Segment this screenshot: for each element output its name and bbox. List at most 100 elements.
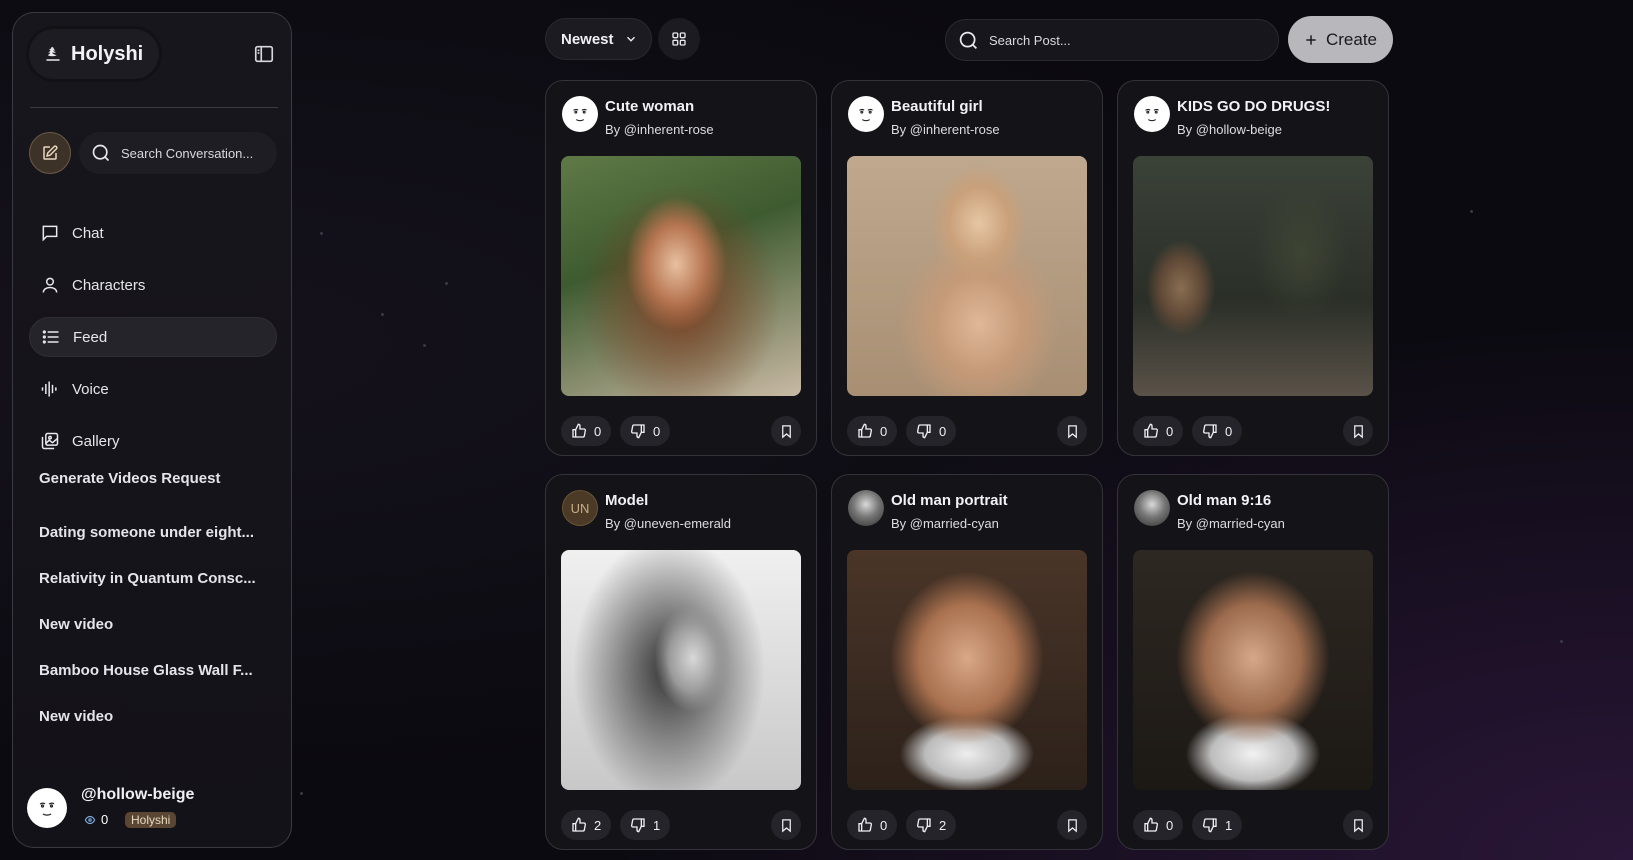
conversation-item[interactable]: Relativity in Quantum Consc... (39, 570, 279, 616)
post-author[interactable]: By @hollow-beige (1177, 122, 1282, 137)
brand[interactable]: Holyshi (29, 29, 159, 79)
bookmark-button[interactable] (1057, 810, 1087, 840)
dislike-count: 0 (1225, 423, 1233, 439)
bookmark-button[interactable] (771, 810, 801, 840)
post-actions: 0 0 (847, 416, 1087, 446)
author-avatar[interactable] (562, 96, 598, 132)
post-image[interactable] (1133, 550, 1373, 790)
post-author[interactable]: By @inherent-rose (891, 122, 1000, 137)
create-label: Create (1325, 29, 1378, 49)
post-card[interactable]: Old man portrait By @married-cyan 0 2 (831, 474, 1103, 850)
nav-feed[interactable]: Feed (29, 317, 277, 357)
author-avatar[interactable] (848, 490, 884, 526)
post-card[interactable]: KIDS GO DO DRUGS! By @hollow-beige 0 0 (1117, 80, 1389, 456)
post-header: Old man 9:16 By @married-cyan (1134, 490, 1374, 531)
conversation-item[interactable]: Dating someone under eight... (39, 524, 279, 570)
like-button[interactable]: 0 (1133, 416, 1184, 446)
post-author[interactable]: By @uneven-emerald (605, 516, 731, 531)
conversation-item[interactable]: Bamboo House Glass Wall F... (39, 662, 279, 708)
dislike-button[interactable]: 0 (620, 416, 671, 446)
post-card[interactable]: Cute woman By @inherent-rose 0 0 (545, 80, 817, 456)
bookmark-button[interactable] (771, 416, 801, 446)
logo-icon (43, 44, 63, 64)
thumbs-up-icon (1144, 423, 1158, 438)
new-chat-button[interactable] (29, 132, 71, 174)
dislike-button[interactable]: 1 (1192, 810, 1243, 840)
like-count: 0 (594, 423, 602, 439)
like-count: 2 (594, 817, 602, 833)
conversation-search[interactable] (79, 132, 277, 174)
search-icon (92, 144, 110, 162)
post-actions: 0 0 (1133, 416, 1373, 446)
dislike-button[interactable]: 1 (620, 810, 671, 840)
sort-label: Newest (561, 30, 614, 48)
nav-chat[interactable]: Chat (29, 213, 277, 253)
bookmark-button[interactable] (1057, 416, 1087, 446)
author-avatar[interactable] (1134, 490, 1170, 526)
bookmark-button[interactable] (1343, 416, 1373, 446)
post-search[interactable] (945, 19, 1279, 61)
thumbs-up-icon (858, 817, 872, 832)
thumbs-up-icon (572, 423, 586, 438)
post-title: Model (605, 492, 649, 509)
author-avatar[interactable] (848, 96, 884, 132)
post-image[interactable] (1133, 156, 1373, 396)
bookmark-icon (1353, 424, 1363, 438)
thumbs-down-icon (631, 424, 645, 439)
nav-voice[interactable]: Voice (29, 369, 277, 409)
bookmark-icon (1067, 424, 1077, 438)
bookmark-icon (781, 818, 791, 832)
like-button[interactable]: 0 (847, 810, 898, 840)
like-button[interactable]: 0 (561, 416, 612, 446)
thumbs-up-icon (572, 817, 586, 832)
author-avatar[interactable]: UN (562, 490, 598, 526)
like-button[interactable]: 0 (1133, 810, 1184, 840)
post-title: Beautiful girl (891, 98, 983, 115)
nav-label: Feed (73, 328, 108, 346)
nav-characters[interactable]: Characters (29, 265, 277, 305)
grid-view-button[interactable] (658, 18, 700, 60)
like-button[interactable]: 2 (561, 810, 612, 840)
like-count: 0 (880, 423, 888, 439)
user-profile[interactable]: @hollow-beige 0 Holyshi (27, 786, 277, 836)
post-image[interactable] (561, 550, 801, 790)
post-image[interactable] (561, 156, 801, 396)
bookmark-button[interactable] (1343, 810, 1373, 840)
conversation-item[interactable]: New video (39, 616, 279, 662)
sort-dropdown[interactable]: Newest (545, 18, 652, 60)
nav-gallery[interactable]: Gallery (29, 421, 277, 461)
divider (30, 107, 278, 108)
conversation-list: Generate Videos Request Dating someone u… (39, 470, 279, 754)
author-avatar[interactable] (1134, 96, 1170, 132)
like-count: 0 (1166, 423, 1174, 439)
waveform-icon (41, 381, 57, 397)
sidebar-toggle-icon[interactable] (253, 43, 277, 67)
credits-count: 0 (101, 812, 109, 827)
create-button[interactable]: Create (1288, 16, 1393, 63)
post-title: KIDS GO DO DRUGS! (1177, 98, 1331, 115)
conversation-search-input[interactable] (121, 145, 271, 161)
post-header: UN Model By @uneven-emerald (562, 490, 802, 531)
dislike-button[interactable]: 0 (1192, 416, 1243, 446)
post-author[interactable]: By @inherent-rose (605, 122, 714, 137)
post-image[interactable] (847, 550, 1087, 790)
dislike-button[interactable]: 0 (906, 416, 957, 446)
post-author[interactable]: By @married-cyan (1177, 516, 1285, 531)
bookmark-icon (1353, 818, 1363, 832)
post-search-input[interactable] (989, 32, 1139, 48)
conversation-item[interactable]: New video (39, 708, 279, 754)
credits: 0 (83, 812, 108, 827)
post-author[interactable]: By @married-cyan (891, 516, 999, 531)
sidebar: Holyshi Chat Characters Feed Voice Galle… (12, 12, 292, 848)
nav-label: Voice (72, 380, 109, 398)
bookmark-icon (781, 424, 791, 438)
like-button[interactable]: 0 (847, 416, 898, 446)
post-image[interactable] (847, 156, 1087, 396)
thumbs-down-icon (917, 424, 931, 439)
conversation-item[interactable]: Generate Videos Request (39, 470, 279, 492)
post-card[interactable]: Old man 9:16 By @married-cyan 0 1 (1117, 474, 1389, 850)
post-card[interactable]: Beautiful girl By @inherent-rose 0 0 (831, 80, 1103, 456)
like-count: 0 (880, 817, 888, 833)
post-card[interactable]: UN Model By @uneven-emerald 2 1 (545, 474, 817, 850)
dislike-button[interactable]: 2 (906, 810, 957, 840)
